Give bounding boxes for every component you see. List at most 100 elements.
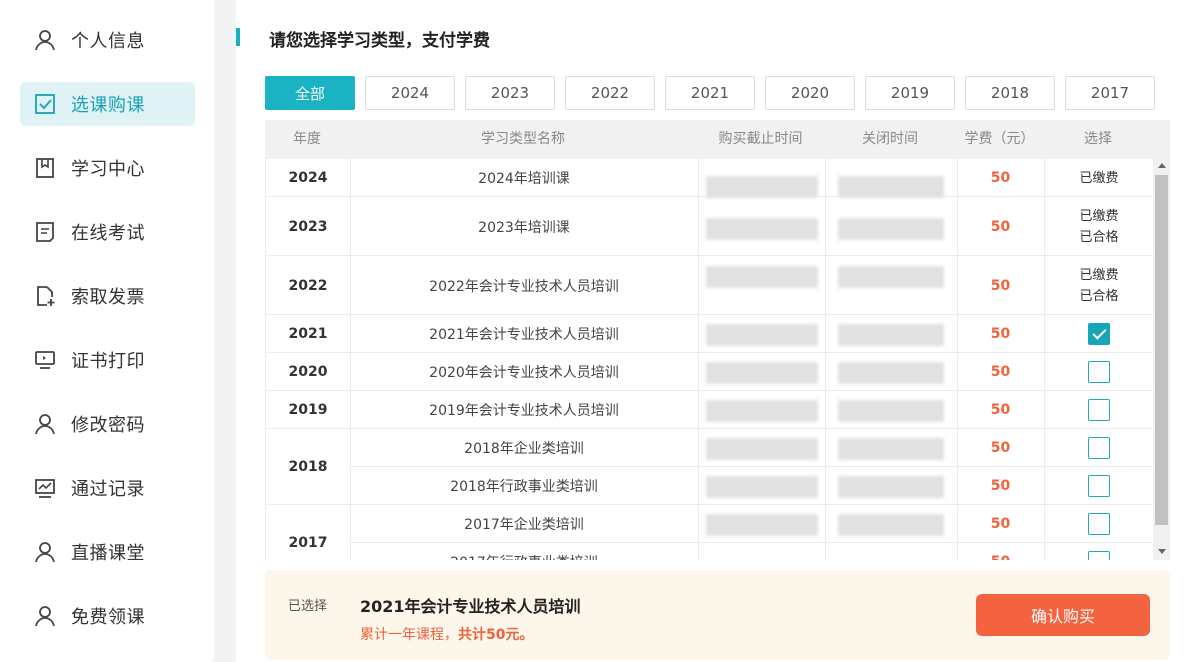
select-cell <box>1044 391 1153 429</box>
fee-cell: 50 <box>990 170 1011 186</box>
bookmark-icon <box>34 157 56 179</box>
main-panel: 请您选择学习类型，支付学费 全部 2024 2023 2022 2021 202… <box>236 0 1197 662</box>
course-name-cell: 2022年会计专业技术人员培训 <box>429 278 619 295</box>
header-select: 选择 <box>1084 131 1112 147</box>
tab-2024[interactable]: 2024 <box>365 76 455 110</box>
tab-2022[interactable]: 2022 <box>565 76 655 110</box>
year-cell: 2017 <box>288 535 328 551</box>
tab-2019[interactable]: 2019 <box>865 76 955 110</box>
status-text: 已缴费 <box>1079 170 1119 186</box>
close-time-column-redacted <box>838 154 944 574</box>
scroll-thumb[interactable] <box>1155 175 1168 525</box>
select-checkbox[interactable] <box>1088 551 1110 560</box>
year-cell: 2020 <box>288 364 328 380</box>
course-name-cell: 2024年培训课 <box>478 171 570 187</box>
total-text: 累计一年课程，共计50元。 <box>360 624 533 644</box>
tab-2023[interactable]: 2023 <box>465 76 555 110</box>
sidebar-item-pass-record[interactable]: 通过记录 <box>20 466 195 510</box>
user-icon <box>34 541 56 563</box>
select-checkbox[interactable] <box>1088 513 1110 535</box>
scroll-down-arrow-icon[interactable] <box>1158 549 1166 554</box>
select-checkbox[interactable] <box>1088 475 1110 497</box>
sidebar-item-label: 修改密码 <box>71 415 145 436</box>
select-cell <box>1044 467 1153 505</box>
select-checkbox[interactable] <box>1088 399 1110 421</box>
fee-cell: 50 <box>990 277 1011 294</box>
sidebar-item-personal-info[interactable]: 个人信息 <box>20 18 195 62</box>
tab-2020[interactable]: 2020 <box>765 76 855 110</box>
select-checkbox[interactable] <box>1088 323 1110 345</box>
fee-cell: 50 <box>990 402 1011 418</box>
select-cell <box>1044 353 1153 391</box>
tab-2021[interactable]: 2021 <box>665 76 755 110</box>
column-divider <box>825 159 826 560</box>
select-cell: 已缴费 <box>1044 159 1153 197</box>
sidebar-item-study-center[interactable]: 学习中心 <box>20 146 195 190</box>
select-cell <box>1044 429 1153 467</box>
course-name-cell: 2020年会计专业技术人员培训 <box>429 365 619 381</box>
select-checkbox[interactable] <box>1088 361 1110 383</box>
course-name-cell: 2018年行政事业类培训 <box>450 479 598 495</box>
tab-2018[interactable]: 2018 <box>965 76 1055 110</box>
fee-cell: 50 <box>990 218 1011 235</box>
sidebar-item-live-class[interactable]: 直播课堂 <box>20 530 195 574</box>
status-text: 已合格 <box>1079 288 1119 304</box>
total-prefix: 累计一年课程， <box>360 627 458 643</box>
column-divider <box>957 159 958 560</box>
course-name-cell: 2017年企业类培训 <box>464 517 584 533</box>
table-scrollbar[interactable] <box>1153 159 1170 560</box>
page-title: 请您选择学习类型，支付学费 <box>269 31 490 51</box>
selected-course-name: 2021年会计专业技术人员培训 <box>360 597 581 616</box>
column-divider <box>350 159 351 560</box>
total-amount: 共计50元。 <box>458 627 534 643</box>
select-checkbox[interactable] <box>1088 437 1110 459</box>
tab-all[interactable]: 全部 <box>265 76 355 110</box>
tab-2017[interactable]: 2017 <box>1065 76 1155 110</box>
fee-cell: 50 <box>957 543 1044 560</box>
header-name: 学习类型名称 <box>481 131 565 147</box>
fee-cell: 50 <box>990 326 1011 342</box>
checkbox-icon <box>34 93 56 115</box>
sidebar-item-course-select[interactable]: 选课购课 <box>20 82 195 126</box>
course-name-cell: 2017年行政事业类培训 <box>350 543 698 560</box>
status-text: 已合格 <box>1079 229 1119 245</box>
sidebar-item-label: 在线考试 <box>71 223 145 244</box>
year-cell: 2023 <box>288 218 328 235</box>
year-cell: 2021 <box>288 326 328 342</box>
sidebar-item-label: 索取发票 <box>71 287 145 308</box>
fee-cell: 50 <box>990 364 1011 380</box>
sidebar-item-certificate-print[interactable]: 证书打印 <box>20 338 195 382</box>
confirm-purchase-button[interactable]: 确认购买 <box>976 594 1150 636</box>
sidebar: 个人信息 选课购课 学习中心 在线考试 索取发票 证书打印 修改密码 通过记录 … <box>0 0 214 662</box>
scroll-up-arrow-icon[interactable] <box>1158 163 1166 168</box>
sidebar-item-label: 证书打印 <box>71 351 145 372</box>
user-icon <box>34 29 56 51</box>
course-name-cell: 2021年会计专业技术人员培训 <box>429 327 619 343</box>
sidebar-item-free-course[interactable]: 免费领课 <box>20 594 195 638</box>
user-icon <box>34 413 56 435</box>
monitor-icon <box>34 349 56 371</box>
fee-cell: 50 <box>990 478 1011 494</box>
sidebar-item-invoice[interactable]: 索取发票 <box>20 274 195 318</box>
selection-summary: 已选择 2021年会计专业技术人员培训 累计一年课程，共计50元。 确认购买 <box>265 570 1170 660</box>
course-name-cell: 2023年培训课 <box>478 219 570 236</box>
sidebar-item-change-password[interactable]: 修改密码 <box>20 402 195 446</box>
sidebar-item-online-exam[interactable]: 在线考试 <box>20 210 195 254</box>
course-name-cell: 2018年企业类培训 <box>464 441 584 457</box>
document-icon <box>34 221 56 243</box>
invoice-add-icon <box>34 285 56 307</box>
header-year: 年度 <box>293 131 321 147</box>
year-cell: 2019 <box>288 402 328 418</box>
column-divider <box>698 159 699 560</box>
sidebar-item-label: 直播课堂 <box>71 543 145 564</box>
column-divider <box>1044 159 1045 560</box>
sidebar-item-label: 个人信息 <box>71 31 145 52</box>
select-cell: 已缴费 已合格 <box>1044 256 1153 315</box>
sidebar-item-label: 选课购课 <box>71 95 145 116</box>
year-cell: 2018 <box>288 459 328 475</box>
sidebar-item-label: 免费领课 <box>71 607 145 628</box>
status-text: 已缴费 <box>1079 267 1119 283</box>
fee-cell: 50 <box>990 440 1011 456</box>
sidebar-item-label: 学习中心 <box>71 159 145 180</box>
user-icon <box>34 605 56 627</box>
